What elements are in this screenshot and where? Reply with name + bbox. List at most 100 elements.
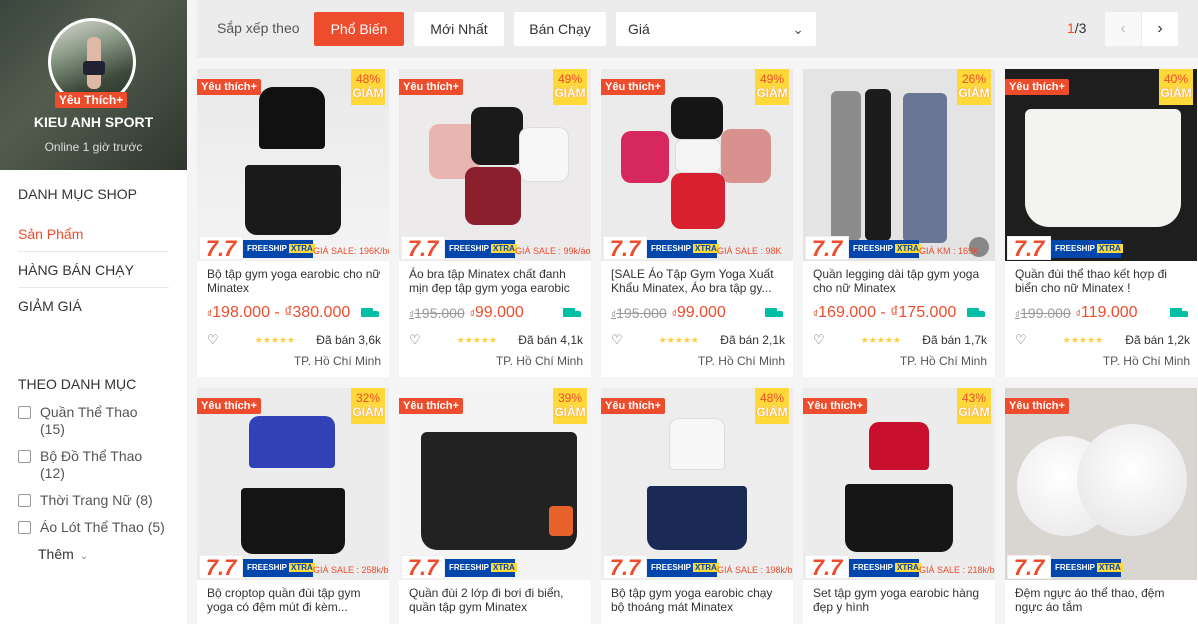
chevron-down-icon: ⌄	[79, 551, 89, 562]
product-name[interactable]: Quần đùi 2 lớp đi bơi đi biển, quần tập …	[409, 586, 583, 614]
product-card[interactable]: Yêu thích+ 43% GIẢM 7.7 FREESHIP XTRA GIÁ …	[803, 388, 995, 624]
freeship-xtra-label: FREESHIP XTRA	[1051, 240, 1123, 258]
product-image[interactable]: Yêu thích+ 32% GIẢM 7.7 FREESHIP XTRA GIÁ …	[197, 388, 389, 580]
favorite-tag: Yêu thích+	[1005, 79, 1069, 95]
sort-best-selling-button[interactable]: Bán Chạy	[514, 12, 606, 46]
product-card[interactable]: Yêu thích+ 48% GIẢM 7.7 FREESHIP XTRA GIÁ …	[601, 388, 793, 624]
filter-item[interactable]: Quần Thể Thao (15)	[18, 404, 169, 438]
product-image[interactable]: 26% GIẢM 7.7 FREESHIP XTRA GIÁ KM : 169K	[803, 69, 995, 261]
discount-label: GIẢM	[352, 86, 384, 100]
sort-newest-button[interactable]: Mới Nhất	[414, 12, 504, 46]
filter-label: Bộ Đồ Thể Thao	[40, 448, 143, 464]
page-total: /3	[1074, 20, 1087, 36]
nav-item-discounts[interactable]: GIẢM GIÁ	[18, 288, 169, 324]
product-name[interactable]: [SALE Áo Tập Gym Yoga Xuất Khẩu Minatex,…	[611, 267, 785, 295]
product-card[interactable]: Yêu thích+ 49% GIẢM 7.7 FREESHIP XTRA GIÁ …	[601, 69, 793, 377]
freeship-xtra-label: FREESHIP XTRA	[243, 559, 315, 577]
free-shipping-icon	[563, 307, 583, 319]
product-image[interactable]: Yêu thích+ 48% GIẢM 7.7 FREESHIP XTRA GIÁ …	[197, 69, 389, 261]
promo-77-label: 7.7	[805, 236, 849, 261]
product-card[interactable]: Yêu thích+ 49% GIẢM 7.7 FREESHIP XTRA GIÁ …	[399, 69, 591, 377]
product-card[interactable]: Yêu thích+ 7.7 FREESHIP XTRA Đệm ngực áo …	[1005, 388, 1198, 624]
product-name[interactable]: Quần legging dài tập gym yoga cho nữ Min…	[813, 267, 987, 295]
xtra-text: XTRA	[693, 244, 719, 253]
checkbox[interactable]	[18, 494, 31, 507]
rating-stars: ★★★★★	[860, 334, 901, 345]
freeship-text: FREESHIP	[651, 563, 692, 572]
filter-item[interactable]: Thời Trang Nữ (8)	[18, 492, 169, 509]
discount-badge: 43% GIẢM	[957, 388, 991, 424]
freeship-xtra-label: FREESHIP XTRA	[445, 559, 517, 577]
product-location: TP. Hồ Chí Minh	[495, 354, 583, 368]
heart-icon[interactable]: ♡	[611, 332, 623, 348]
discount-badge: 26% GIẢM	[957, 69, 991, 105]
product-name[interactable]: Bộ croptop quần đùi tập gym yoga có đệm …	[207, 586, 381, 614]
product-price: ₫99.000	[672, 304, 726, 322]
promo-77-label: 7.7	[199, 555, 243, 580]
discount-badge: 39% GIẢM	[553, 388, 587, 424]
nav-item-best-sellers[interactable]: HÀNG BÁN CHẠY	[18, 252, 169, 288]
freeship-text: FREESHIP	[247, 244, 288, 253]
promo-banner: 7.7 FREESHIP XTRA	[399, 554, 591, 580]
show-more-button[interactable]: Thêm ⌄	[0, 546, 187, 562]
next-page-button[interactable]: ›	[1142, 12, 1178, 46]
xtra-text: XTRA	[1097, 244, 1123, 253]
shop-name[interactable]: KIEU ANH SPORT	[0, 114, 187, 130]
nav-item-products[interactable]: Sản Phẩm	[18, 216, 169, 252]
promo-banner: 7.7 FREESHIP XTRA GIÁ SALE: 196K/bộ	[197, 235, 389, 261]
filter-item[interactable]: Bộ Đồ Thể Thao (12)	[18, 448, 169, 482]
product-image[interactable]: Yêu thích+ 39% GIẢM 7.7 FREESHIP XTRA	[399, 388, 591, 580]
product-image[interactable]: Yêu thích+ 48% GIẢM 7.7 FREESHIP XTRA GIÁ …	[601, 388, 793, 580]
xtra-text: XTRA	[895, 563, 921, 572]
product-card[interactable]: 26% GIẢM 7.7 FREESHIP XTRA GIÁ KM : 169K Q…	[803, 69, 995, 377]
product-image[interactable]: Yêu thích+ 7.7 FREESHIP XTRA	[1005, 388, 1197, 580]
freeship-text: FREESHIP	[449, 563, 490, 572]
discount-percent: 32%	[355, 391, 381, 405]
promo-77-label: 7.7	[805, 555, 849, 580]
xtra-text: XTRA	[693, 563, 719, 572]
sold-count: Đã bán 2,1k	[720, 333, 785, 347]
product-name[interactable]: Bộ tập gym yoga earobic cho nữ Minatex	[207, 267, 381, 295]
heart-icon[interactable]: ♡	[813, 332, 825, 348]
prev-page-button[interactable]: ‹	[1105, 12, 1141, 46]
sale-price-note: GIÁ SALE : 198k/bộ	[717, 565, 793, 575]
sort-price-select[interactable]: Giá ⌄	[616, 12, 816, 46]
heart-icon[interactable]: ♡	[1015, 332, 1027, 348]
product-name[interactable]: Quần đùi thể thao kết hợp đi biển cho nữ…	[1015, 267, 1190, 295]
product-name[interactable]: Đệm ngực áo thể thao, đệm ngực áo tắm	[1015, 586, 1190, 614]
discount-label: GIẢM	[352, 405, 384, 419]
freeship-xtra-label: FREESHIP XTRA	[647, 559, 719, 577]
checkbox[interactable]	[18, 406, 31, 419]
sort-popular-button[interactable]: Phổ Biến	[314, 12, 404, 46]
original-price: ₫199.000	[1015, 305, 1071, 321]
favorite-tag: Yêu thích+	[601, 398, 665, 414]
xtra-text: XTRA	[1097, 563, 1123, 572]
heart-icon[interactable]: ♡	[207, 332, 219, 348]
product-card[interactable]: Yêu thích+ 40% GIẢM 7.7 FREESHIP XTRA Quần…	[1005, 69, 1198, 377]
filter-count: (8)	[135, 492, 153, 508]
freeship-text: FREESHIP	[247, 563, 288, 572]
filter-item[interactable]: Áo Lót Thể Thao (5)	[18, 519, 169, 536]
checkbox[interactable]	[18, 521, 31, 534]
product-image[interactable]: Yêu thích+ 43% GIẢM 7.7 FREESHIP XTRA GIÁ …	[803, 388, 995, 580]
discount-percent: 49%	[759, 72, 785, 86]
promo-banner: 7.7 FREESHIP XTRA	[1005, 554, 1197, 580]
product-image[interactable]: Yêu thích+ 49% GIẢM 7.7 FREESHIP XTRA GIÁ …	[399, 69, 591, 261]
freeship-xtra-label: FREESHIP XTRA	[647, 240, 719, 258]
product-card[interactable]: Yêu thích+ 48% GIẢM 7.7 FREESHIP XTRA GIÁ …	[197, 69, 389, 377]
product-card[interactable]: Yêu thích+ 39% GIẢM 7.7 FREESHIP XTRA Quần…	[399, 388, 591, 624]
product-price: ₫119.000	[1076, 304, 1138, 322]
product-name[interactable]: Set tập gym yoga earobic hàng đẹp y hình	[813, 586, 987, 614]
product-image[interactable]: Yêu thích+ 49% GIẢM 7.7 FREESHIP XTRA GIÁ …	[601, 69, 793, 261]
product-image[interactable]: Yêu thích+ 40% GIẢM 7.7 FREESHIP XTRA	[1005, 69, 1197, 261]
shop-header: Yêu Thích+ KIEU ANH SPORT Online 1 giờ t…	[0, 0, 187, 170]
heart-icon[interactable]: ♡	[409, 332, 421, 348]
product-name[interactable]: Bộ tập gym yoga earobic chạy bộ thoáng m…	[611, 586, 785, 614]
free-shipping-icon	[967, 307, 987, 319]
product-card[interactable]: Yêu thích+ 32% GIẢM 7.7 FREESHIP XTRA GIÁ …	[197, 388, 389, 624]
promo-77-label: 7.7	[603, 236, 647, 261]
product-name[interactable]: Áo bra tập Minatex chất đanh mịn đẹp tập…	[409, 267, 583, 295]
checkbox[interactable]	[18, 450, 31, 463]
filter-label: Áo Lót Thể Thao	[40, 519, 144, 535]
discount-label: GIẢM	[756, 405, 788, 419]
